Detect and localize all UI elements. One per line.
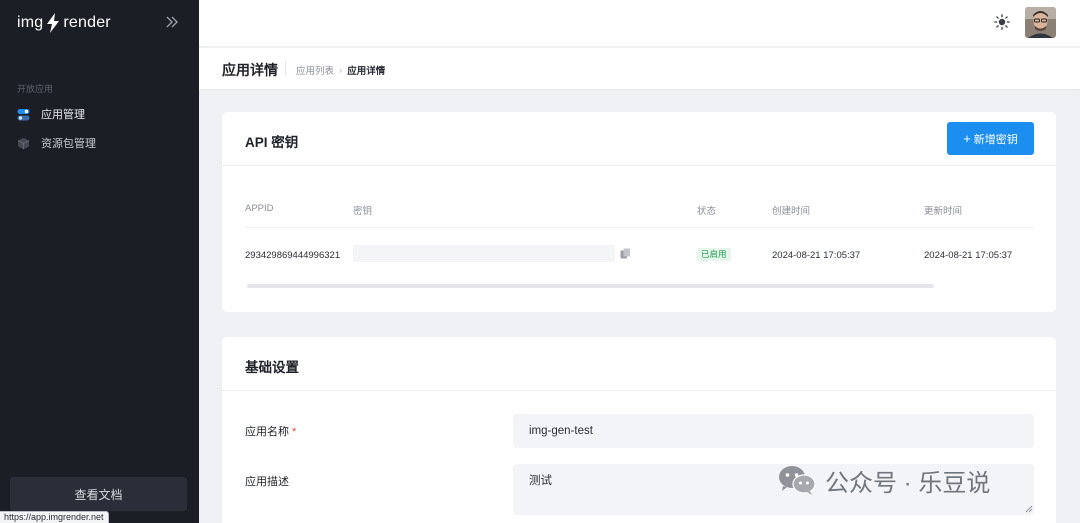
secret-value-field [353, 245, 615, 262]
sidebar-item-label: 应用管理 [41, 109, 85, 121]
api-keys-card: API 密钥 + 新增密钥 APPID 密钥 状态 创建时间 更新时间 2934… [222, 112, 1056, 312]
app-name-label-text: 应用名称 [245, 426, 289, 438]
sidebar-section-label: 开放应用 [17, 84, 54, 94]
sidebar: img render 开放应用 应用管理 资源包管理 查看文档 [0, 0, 199, 523]
page-header: 应用详情 应用列表 › 应用详情 [199, 48, 1080, 89]
toggle-icon [17, 108, 30, 120]
app-description-label: 应用描述 [245, 476, 289, 488]
column-header-appid: APPID [245, 203, 274, 214]
divider [245, 227, 1034, 228]
sidebar-item-apps[interactable]: 应用管理 [17, 104, 85, 124]
basic-settings-title: 基础设置 [245, 360, 299, 375]
add-key-button[interactable]: + 新增密钥 [947, 122, 1034, 155]
breadcrumb-separator: › [339, 64, 343, 76]
copy-icon[interactable] [620, 248, 631, 259]
required-marker: * [292, 426, 297, 438]
watermark-text: 公众号 · 乐豆说 [825, 469, 991, 497]
cell-created-time: 2024-08-21 17:05:37 [772, 250, 861, 261]
breadcrumb: 应用列表 › 应用详情 [296, 63, 386, 78]
column-header-status: 状态 [697, 206, 717, 217]
logo-text-left: img [17, 14, 44, 31]
avatar[interactable] [1025, 7, 1056, 38]
resize-handle-icon[interactable] [1025, 505, 1033, 513]
cell-appid: 293429869444996321 [245, 250, 341, 261]
column-header-created: 创建时间 [772, 206, 811, 217]
app-name-label: 应用名称 * [245, 423, 296, 439]
breadcrumb-current: 应用详情 [347, 66, 386, 77]
plus-icon: + [963, 131, 971, 146]
wechat-icon [779, 466, 816, 495]
sidebar-item-resource-packs[interactable]: 资源包管理 [17, 133, 96, 153]
api-keys-title: API 密钥 [245, 135, 299, 150]
add-key-label: 新增密钥 [973, 133, 1018, 146]
sidebar-item-label: 资源包管理 [41, 138, 96, 150]
divider [222, 165, 1056, 166]
logo-text-right: render [63, 14, 111, 31]
top-bar [199, 0, 1080, 47]
cell-updated-time: 2024-08-21 17:05:37 [924, 250, 1013, 261]
divider [222, 390, 1056, 391]
horizontal-scrollbar[interactable] [247, 284, 934, 288]
view-docs-button[interactable]: 查看文档 [10, 477, 187, 511]
logo[interactable]: img render [17, 11, 111, 35]
column-header-updated: 更新时间 [924, 206, 963, 217]
cube-icon [17, 137, 30, 149]
app-name-input[interactable] [513, 414, 1034, 448]
status-badge: 已启用 [697, 248, 731, 261]
double-chevron-right-icon[interactable] [164, 13, 180, 31]
column-header-secret: 密钥 [353, 206, 373, 217]
status-bar-url: https://app.imgrender.net [0, 511, 109, 523]
breadcrumb-app-list[interactable]: 应用列表 [296, 63, 334, 77]
sun-icon[interactable] [994, 14, 1010, 30]
watermark: 公众号 · 乐豆说 [777, 462, 990, 498]
page-title: 应用详情 [222, 62, 278, 78]
lightning-bolt-icon [47, 13, 60, 33]
divider [285, 61, 286, 75]
